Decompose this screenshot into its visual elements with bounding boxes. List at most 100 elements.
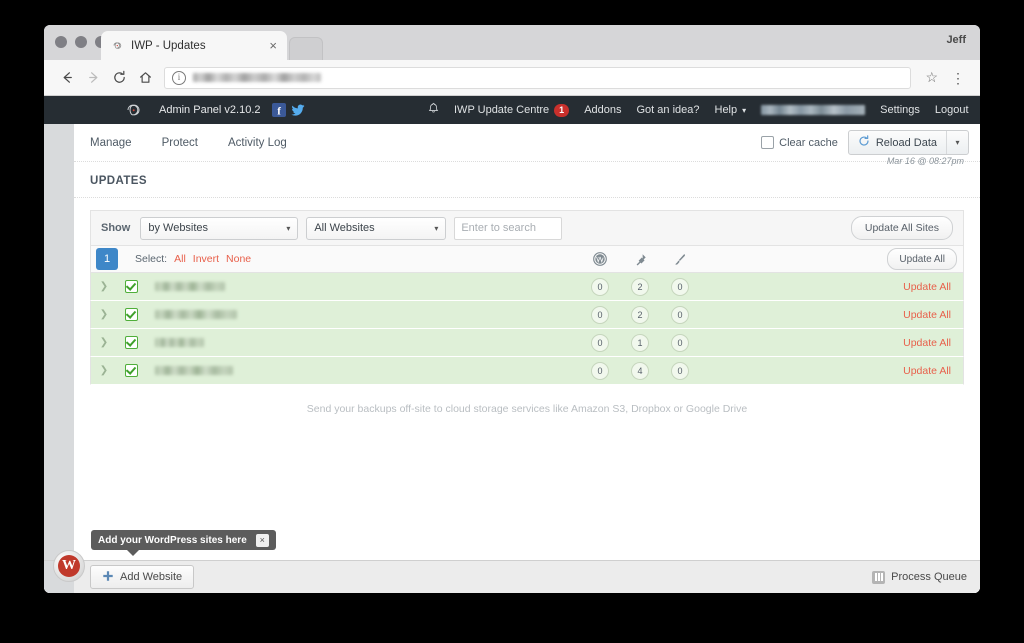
back-button[interactable] [54, 65, 80, 91]
toolbar-right-actions: ☆ ⋮ [919, 69, 970, 86]
row-checkbox[interactable] [117, 364, 145, 377]
wordpress-icon[interactable] [580, 252, 620, 266]
forward-button[interactable] [80, 65, 106, 91]
table-row[interactable]: ❯ 0 2 0 Update All [90, 301, 964, 329]
browser-menu-icon[interactable]: ⋮ [946, 71, 970, 85]
twitter-icon[interactable] [290, 103, 305, 117]
plugin-count-cell: 2 [620, 277, 660, 296]
row-checkbox[interactable] [117, 336, 145, 349]
process-queue-label: Process Queue [891, 571, 967, 583]
plugin-update-count[interactable]: 1 [631, 333, 649, 352]
reload-data-button[interactable]: Reload Data [849, 131, 946, 154]
core-count-cell: 0 [580, 277, 620, 296]
select-none-link[interactable]: None [226, 253, 251, 265]
account-name-redacted[interactable] [761, 105, 866, 115]
reload-data-label: Reload Data [875, 136, 937, 149]
theme-update-count[interactable]: 0 [671, 361, 689, 380]
update-all-button[interactable]: Update All [887, 248, 957, 270]
plugin-count-cell: 2 [620, 305, 660, 324]
app-brand[interactable]: Admin Panel v2.10.2 [120, 103, 261, 117]
group-by-select[interactable]: by Websites ▾ [140, 216, 299, 240]
checkbox-box-icon [761, 136, 775, 149]
theme-update-count[interactable]: 0 [671, 333, 689, 352]
browser-tab[interactable]: IWP - Updates × [101, 31, 287, 60]
address-bar[interactable]: i [164, 66, 912, 89]
core-update-count[interactable]: 0 [591, 277, 609, 296]
home-button[interactable] [132, 65, 158, 91]
close-icon[interactable]: × [255, 533, 269, 547]
row-counts: 0 1 0 [580, 333, 700, 352]
window-traffic-lights[interactable] [55, 36, 107, 48]
table-row[interactable]: ❯ 0 1 0 Update All [90, 329, 964, 357]
help-menu[interactable]: Help ▾ [715, 104, 747, 116]
core-update-count[interactable]: 0 [591, 305, 609, 324]
logout-link[interactable]: Logout [935, 104, 969, 116]
facebook-icon[interactable]: f [271, 103, 286, 117]
wordpress-badge-button[interactable]: W [53, 550, 85, 582]
row-update-all-link[interactable]: Update All [903, 365, 951, 377]
add-website-button[interactable]: Add Website [90, 565, 195, 589]
bottom-dock: Add Website Process Queue [44, 560, 980, 593]
expand-row-icon[interactable]: ❯ [91, 365, 117, 376]
plugin-update-count[interactable]: 4 [631, 361, 649, 380]
close-window-button[interactable] [55, 36, 67, 48]
plugin-icon[interactable] [620, 253, 660, 266]
search-input[interactable] [454, 216, 563, 240]
site-info-icon[interactable]: i [172, 70, 186, 85]
select-invert-link[interactable]: Invert [193, 253, 219, 265]
theme-update-count[interactable]: 0 [671, 305, 689, 324]
table-row[interactable]: ❯ 0 4 0 Update All [90, 357, 964, 385]
theme-count-cell: 0 [660, 361, 700, 380]
theme-update-count[interactable]: 0 [671, 277, 689, 296]
close-tab-button[interactable]: × [267, 39, 279, 52]
reload-data-split-button[interactable]: Reload Data ▾ [847, 130, 969, 155]
core-count-cell: 0 [580, 333, 620, 352]
plugin-update-count[interactable]: 2 [631, 277, 649, 296]
core-update-count[interactable]: 0 [591, 361, 609, 380]
row-counts: 0 2 0 [580, 277, 700, 296]
minimize-window-button[interactable] [75, 36, 87, 48]
subnav-item-manage[interactable]: Manage [90, 137, 132, 149]
browser-profile-name[interactable]: Jeff [946, 34, 966, 46]
new-tab-button[interactable] [289, 37, 323, 60]
checkmark-icon [124, 364, 138, 377]
table-row[interactable]: ❯ 0 2 0 Update All [90, 273, 964, 301]
row-update-all-link[interactable]: Update All [903, 337, 951, 349]
iwp-update-centre-link[interactable]: IWP Update Centre 1 [454, 103, 570, 117]
pagination-page-1[interactable]: 1 [96, 248, 118, 270]
onboarding-tooltip-text: Add your WordPress sites here [98, 534, 247, 546]
plugin-update-count[interactable]: 2 [631, 305, 649, 324]
expand-row-icon[interactable]: ❯ [91, 337, 117, 348]
screenshot-root: IWP - Updates × Jeff i ☆ ⋮ Admin Panel v… [0, 0, 1024, 643]
process-queue-button[interactable]: Process Queue [872, 570, 967, 584]
got-an-idea-link[interactable]: Got an idea? [637, 104, 700, 116]
update-count-badge: 1 [554, 103, 570, 117]
row-update-all-link[interactable]: Update All [903, 309, 951, 321]
row-checkbox[interactable] [117, 308, 145, 321]
expand-row-icon[interactable]: ❯ [91, 281, 117, 292]
scope-select[interactable]: All Websites ▾ [306, 216, 447, 240]
update-all-sites-button[interactable]: Update All Sites [850, 216, 953, 240]
column-header-icons [580, 252, 700, 266]
theme-count-cell: 0 [660, 277, 700, 296]
addons-link[interactable]: Addons [584, 104, 621, 116]
subnav-item-activity-log[interactable]: Activity Log [228, 137, 287, 149]
row-update-all-link[interactable]: Update All [903, 281, 951, 293]
add-website-label: Add Website [120, 571, 183, 583]
bookmark-star-icon[interactable]: ☆ [919, 69, 944, 86]
sub-navigation: Manage Protect Activity Log Clear cache [74, 124, 980, 166]
select-all-link[interactable]: All [174, 253, 186, 265]
page-column: Manage Protect Activity Log Clear cache [74, 124, 980, 593]
group-by-value: by Websites [148, 222, 209, 234]
row-checkbox[interactable] [117, 280, 145, 293]
core-update-count[interactable]: 0 [591, 333, 609, 352]
subnav-item-protect[interactable]: Protect [162, 137, 198, 149]
reload-button[interactable] [106, 65, 132, 91]
notification-bell-icon[interactable] [427, 102, 440, 118]
reload-data-dropdown-arrow[interactable]: ▾ [946, 131, 968, 154]
filter-bar: Show by Websites ▾ All Websites ▾ Update… [90, 210, 964, 245]
clear-cache-checkbox[interactable]: Clear cache [761, 136, 838, 149]
expand-row-icon[interactable]: ❯ [91, 309, 117, 320]
settings-link[interactable]: Settings [880, 104, 920, 116]
theme-icon[interactable] [660, 253, 700, 266]
